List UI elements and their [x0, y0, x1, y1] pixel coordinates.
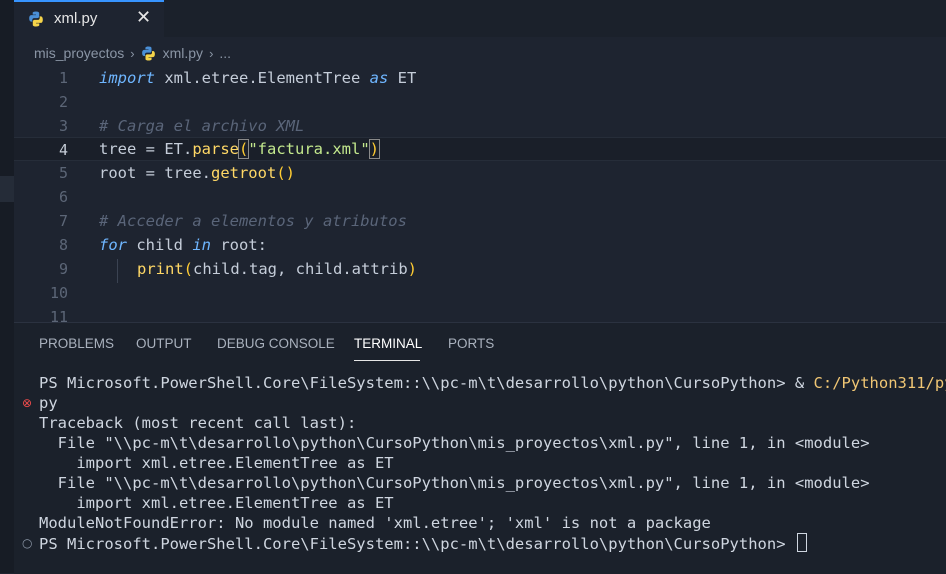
tab-terminal[interactable]: TERMINAL	[354, 336, 422, 351]
code-comment: # Carga el archivo XML	[99, 117, 305, 135]
code-line-current: 4 tree = ET.parse("factura.xml")	[14, 137, 946, 161]
terminal-line: Traceback (most recent call last):	[39, 414, 357, 432]
line-number: 11	[49, 308, 68, 322]
terminal-prompt: PS Microsoft.PowerShell.Core\FileSystem:…	[39, 374, 814, 392]
line-number: 3	[58, 117, 68, 135]
code-token: root = tree.	[99, 164, 211, 182]
python-icon	[29, 11, 43, 27]
bracket: )	[368, 139, 381, 159]
function-name: getroot	[210, 164, 277, 182]
string-literal: "factura.xml"	[248, 140, 370, 158]
bracket: )	[407, 260, 417, 278]
code-text: for child in root:	[99, 233, 267, 257]
terminal-line: PS Microsoft.PowerShell.Core\FileSystem:…	[39, 533, 807, 554]
code-token: child.tag, child.attrib	[193, 260, 408, 278]
line-number: 1	[58, 69, 68, 87]
terminal-prompt: PS Microsoft.PowerShell.Core\FileSystem:…	[39, 535, 795, 553]
function-name: parse	[192, 140, 239, 158]
terminal-line: File "\\pc-m\t\desarrollo\python\CursoPy…	[39, 434, 870, 452]
python-icon	[141, 45, 155, 61]
code-editor[interactable]: 1 import xml.etree.ElementTree as ET 2 3…	[14, 66, 946, 322]
line-number: 10	[49, 284, 68, 302]
terminal-line: ModuleNotFoundError: No module named 'xm…	[39, 514, 711, 532]
panel-tabs: PROBLEMS OUTPUT DEBUG CONSOLE TERMINAL P…	[14, 323, 946, 363]
breadcrumb-folder[interactable]: mis_proyectos	[34, 45, 124, 61]
keyword: for	[99, 236, 127, 254]
line-number: 7	[58, 212, 68, 230]
code-line: 2	[14, 90, 946, 114]
code-token: xml.etree.ElementTree	[155, 69, 370, 87]
line-number: 8	[58, 236, 68, 254]
keyword: in	[192, 236, 211, 254]
bracket: (	[237, 139, 250, 159]
terminal-output[interactable]: PS Microsoft.PowerShell.Core\FileSystem:…	[14, 373, 946, 573]
line-number: 9	[58, 260, 68, 278]
breadcrumb-file[interactable]: xml.py	[163, 45, 203, 61]
terminal-path: C:/Python311/pytho	[813, 374, 946, 392]
bracket: (	[183, 260, 194, 278]
bottom-panel: PROBLEMS OUTPUT DEBUG CONSOLE TERMINAL P…	[14, 322, 946, 574]
terminal-cursor	[796, 533, 807, 552]
code-text: root = tree.getroot()	[99, 161, 295, 185]
code-line: 8 for child in root:	[14, 233, 946, 257]
tab-ports[interactable]: PORTS	[448, 336, 494, 351]
code-text: import xml.etree.ElementTree as ET	[99, 66, 416, 90]
active-tab-underline	[354, 360, 420, 361]
chevron-right-icon: ›	[130, 45, 135, 61]
code-token: root:	[211, 236, 267, 254]
code-line: 3 # Carga el archivo XML	[14, 114, 946, 138]
breadcrumb: mis_proyectos › xml.py › ...	[34, 43, 231, 63]
tab-problems[interactable]: PROBLEMS	[39, 336, 114, 351]
tab-bar: xml.py ✕	[14, 0, 946, 37]
breadcrumb-more[interactable]: ...	[219, 45, 231, 61]
command-circle-icon[interactable]: ○	[22, 533, 32, 553]
tab-label: xml.py	[54, 10, 98, 27]
terminal-line: py	[39, 394, 58, 412]
code-comment: # Acceder a elementos y atributos	[99, 212, 407, 230]
code-line: 10	[14, 281, 946, 305]
function-name: print	[137, 260, 184, 278]
line-number: 6	[58, 188, 68, 206]
code-token: child	[127, 236, 193, 254]
line-number: 5	[58, 164, 68, 182]
error-circle-icon[interactable]: ⊗	[22, 393, 32, 413]
code-line: 6	[14, 185, 946, 209]
activity-strip	[0, 0, 14, 573]
bracket: ()	[276, 164, 295, 182]
code-token: tree = ET.	[99, 140, 193, 158]
close-icon[interactable]: ✕	[136, 8, 151, 28]
tab-output[interactable]: OUTPUT	[136, 336, 192, 351]
code-line: 1 import xml.etree.ElementTree as ET	[14, 66, 946, 90]
terminal-line: import xml.etree.ElementTree as ET	[39, 454, 394, 472]
terminal-line: File "\\pc-m\t\desarrollo\python\CursoPy…	[39, 474, 870, 492]
code-line: 11	[14, 305, 946, 322]
terminal-line: import xml.etree.ElementTree as ET	[39, 494, 394, 512]
terminal-line: PS Microsoft.PowerShell.Core\FileSystem:…	[39, 373, 946, 393]
line-number: 2	[58, 93, 68, 111]
tab-debug-console[interactable]: DEBUG CONSOLE	[217, 336, 335, 351]
code-line: 5 root = tree.getroot()	[14, 161, 946, 185]
tab-xml-py[interactable]: xml.py ✕	[14, 0, 164, 37]
code-line: 9 print(child.tag, child.attrib)	[14, 257, 946, 281]
line-number: 4	[58, 141, 68, 159]
chevron-right-icon: ›	[209, 45, 214, 61]
code-text: print(child.tag, child.attrib)	[137, 257, 417, 281]
code-text: tree = ET.parse("factura.xml")	[99, 137, 381, 161]
side-marker	[0, 176, 14, 202]
code-token: ET	[388, 69, 417, 87]
keyword: import	[99, 69, 155, 87]
keyword: as	[369, 69, 389, 87]
code-line: 7 # Acceder a elementos y atributos	[14, 209, 946, 233]
